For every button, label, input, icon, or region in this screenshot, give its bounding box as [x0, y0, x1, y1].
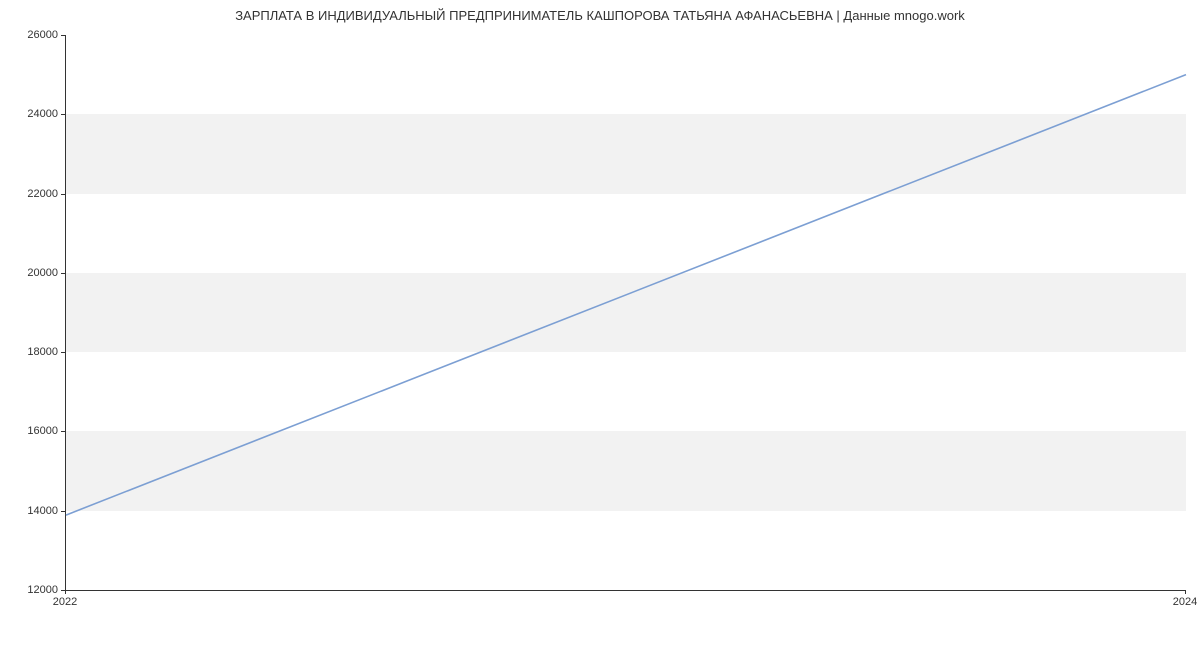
y-tick-label: 24000 — [8, 108, 58, 120]
chart-title: ЗАРПЛАТА В ИНДИВИДУАЛЬНЫЙ ПРЕДПРИНИМАТЕЛ… — [0, 8, 1200, 23]
y-tick-label: 12000 — [8, 584, 58, 596]
line-plot-svg — [66, 35, 1186, 590]
data-line — [66, 75, 1186, 515]
y-tick-mark — [61, 35, 65, 36]
x-tick-label: 2024 — [1173, 596, 1197, 608]
y-tick-mark — [61, 194, 65, 195]
y-tick-label: 18000 — [8, 346, 58, 358]
x-tick-mark — [65, 590, 66, 594]
y-tick-label: 20000 — [8, 267, 58, 279]
x-tick-label: 2022 — [53, 596, 77, 608]
y-tick-label: 22000 — [8, 188, 58, 200]
x-tick-mark — [1185, 590, 1186, 594]
y-tick-mark — [61, 114, 65, 115]
y-tick-mark — [61, 352, 65, 353]
chart-container: ЗАРПЛАТА В ИНДИВИДУАЛЬНЫЙ ПРЕДПРИНИМАТЕЛ… — [0, 0, 1200, 650]
y-tick-mark — [61, 511, 65, 512]
y-tick-mark — [61, 273, 65, 274]
y-tick-mark — [61, 431, 65, 432]
y-tick-label: 14000 — [8, 505, 58, 517]
y-tick-label: 26000 — [8, 29, 58, 41]
y-tick-label: 16000 — [8, 425, 58, 437]
plot-area — [65, 35, 1186, 591]
